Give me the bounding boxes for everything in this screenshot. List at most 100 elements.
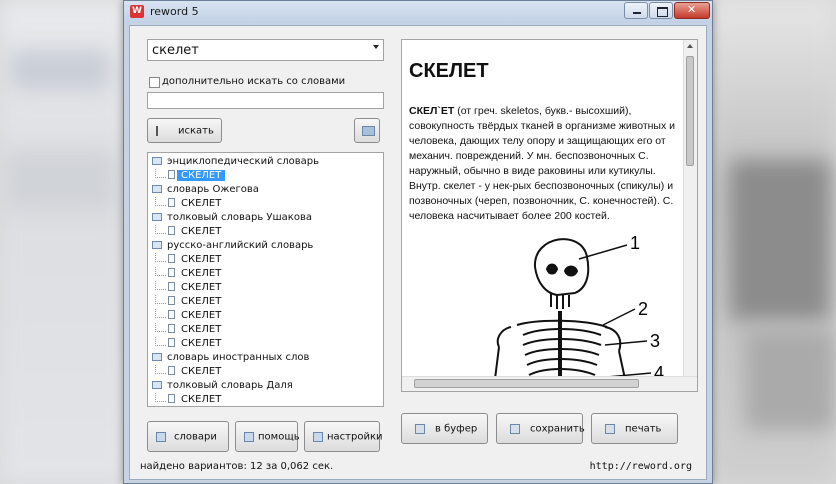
entry-node[interactable]: СКЕЛЕТ: [155, 281, 221, 295]
dictionaries-button-label: словари: [174, 431, 217, 442]
search-combobox[interactable]: скелет: [147, 39, 384, 61]
entry-node[interactable]: СКЕЛЕТ: [155, 169, 226, 183]
tree-connector: [155, 169, 166, 178]
scroll-up-icon[interactable]: [687, 44, 693, 48]
entry-label: СКЕЛЕТ: [181, 324, 222, 335]
figure-label-2: 2: [638, 299, 648, 319]
search-query[interactable]: скелет: [152, 43, 199, 58]
print-button[interactable]: печать: [591, 413, 678, 444]
entry-node[interactable]: СКЕЛЕТ: [155, 323, 222, 337]
title-bar[interactable]: W reword 5: [124, 1, 712, 23]
dictionary-name: словарь Ожегова: [167, 184, 259, 195]
side-panel-button[interactable]: [354, 118, 380, 143]
window-client: скелет дополнительно искать со словами и…: [129, 25, 707, 480]
status-found-count: найдено вариантов: 12 за 0,062 сек.: [140, 461, 334, 472]
entry-label: СКЕЛЕТ: [177, 170, 226, 181]
app-window: W reword 5 скелет дополнительно искать с…: [123, 0, 713, 484]
tree-connector: [155, 281, 166, 290]
book-icon: [152, 185, 162, 193]
tree-connector: [155, 309, 166, 318]
entry-label: СКЕЛЕТ: [181, 198, 222, 209]
search-button-label: искать: [178, 125, 214, 136]
dictionary-name: толковый словарь Ушакова: [167, 212, 312, 223]
save-button-label: сохранить: [530, 423, 585, 434]
entry-label: СКЕЛЕТ: [181, 310, 222, 321]
clipboard-icon: [415, 423, 425, 434]
entry-label: СКЕЛЕТ: [181, 254, 222, 265]
dictionary-node[interactable]: словарь иностранных слов: [152, 351, 309, 365]
document-icon: [168, 282, 175, 291]
extra-words-input[interactable]: [147, 92, 384, 109]
also-search-label[interactable]: дополнительно искать со словами: [162, 76, 345, 87]
minimize-button[interactable]: [624, 2, 648, 19]
maximize-button[interactable]: [649, 2, 673, 19]
tree-connector: [155, 365, 166, 374]
tree-connector: [155, 295, 166, 304]
cursor-icon: [156, 125, 158, 136]
entry-node[interactable]: СКЕЛЕТ: [155, 267, 222, 281]
help-button-label: помощь: [258, 431, 300, 442]
chevron-down-icon[interactable]: [373, 45, 379, 49]
dictionary-node[interactable]: толковый словарь Даля: [152, 379, 293, 393]
article-headword: СКЕЛ`ЕТ: [409, 105, 455, 117]
document-icon: [168, 338, 175, 347]
vertical-scrollbar[interactable]: [683, 40, 697, 378]
dictionaries-button[interactable]: словари: [147, 421, 229, 452]
book-icon: [152, 157, 162, 165]
document-icon: [168, 296, 175, 305]
article-definition: (от греч. skeletos, букв.- высохший), со…: [409, 105, 676, 222]
document-icon: [168, 170, 175, 179]
article-view[interactable]: СКЕЛЕТ СКЕЛ`ЕТ (от греч. skeletos, букв.…: [401, 39, 698, 392]
dictionary-name: энциклопедический словарь: [167, 156, 320, 167]
entry-node[interactable]: СКЕЛЕТ: [155, 225, 221, 239]
copy-to-buffer-button[interactable]: в буфер: [401, 413, 488, 444]
printer-icon: [605, 423, 615, 434]
dictionary-tree[interactable]: энциклопедический словарь СКЕЛЕТ словарь О…: [147, 152, 384, 407]
also-search-checkbox[interactable]: [149, 77, 160, 88]
dictionary-node[interactable]: толковый словарь Ушакова: [152, 211, 312, 225]
reword-app-icon: W: [130, 5, 144, 18]
save-button[interactable]: сохранить: [496, 413, 585, 444]
entry-label: СКЕЛЕТ: [181, 366, 222, 377]
print-button-label: печать: [625, 423, 662, 434]
settings-button-label: настройки: [327, 431, 383, 442]
document-icon: [168, 366, 175, 375]
horizontal-scroll-thumb[interactable]: [414, 379, 639, 388]
status-url-link[interactable]: http://reword.org: [590, 461, 692, 472]
entry-node[interactable]: СКЕЛЕТ: [155, 197, 222, 211]
tree-connector: [155, 323, 166, 332]
dictionary-name: словарь иностранных слов: [167, 352, 310, 363]
book-icon: [152, 353, 162, 361]
skeleton-illustration: 1 2 3 4: [494, 233, 664, 379]
entry-node[interactable]: СКЕЛЕТ: [155, 337, 221, 351]
tree-connector: [155, 253, 166, 262]
document-icon: [168, 310, 175, 319]
book-icon: [152, 241, 162, 249]
book-icon: [152, 213, 162, 221]
tree-connector: [155, 197, 166, 206]
settings-button[interactable]: настройки: [304, 421, 383, 452]
close-button[interactable]: [674, 2, 710, 19]
dictionary-node[interactable]: русско-английский словарь: [152, 239, 313, 253]
article-text: СКЕЛ`ЕТ (от греч. skeletos, букв.- высох…: [409, 104, 681, 224]
settings-icon: [313, 431, 323, 442]
document-icon: [168, 226, 175, 235]
entry-label: СКЕЛЕТ: [181, 268, 222, 279]
entry-label: СКЕЛЕТ: [181, 394, 222, 405]
help-button[interactable]: помощь: [235, 421, 300, 452]
entry-node[interactable]: СКЕЛЕТ: [155, 295, 221, 309]
entry-node[interactable]: СКЕЛЕТ: [155, 365, 222, 379]
entry-node[interactable]: СКЕЛЕТ: [155, 253, 222, 267]
horizontal-scrollbar[interactable]: [402, 376, 697, 391]
books-icon: [156, 431, 166, 442]
dictionary-node[interactable]: словарь Ожегова: [152, 183, 259, 197]
tree-connector: [155, 225, 166, 234]
tree-connector: [155, 337, 166, 346]
search-button[interactable]: искать: [147, 118, 222, 143]
entry-node[interactable]: СКЕЛЕТ: [155, 393, 222, 406]
article-title: СКЕЛЕТ: [409, 60, 489, 82]
entry-node[interactable]: СКЕЛЕТ: [155, 309, 222, 323]
dictionary-node[interactable]: энциклопедический словарь: [152, 155, 319, 169]
floppy-disk-icon: [510, 423, 520, 434]
vertical-scroll-thumb[interactable]: [686, 56, 694, 166]
